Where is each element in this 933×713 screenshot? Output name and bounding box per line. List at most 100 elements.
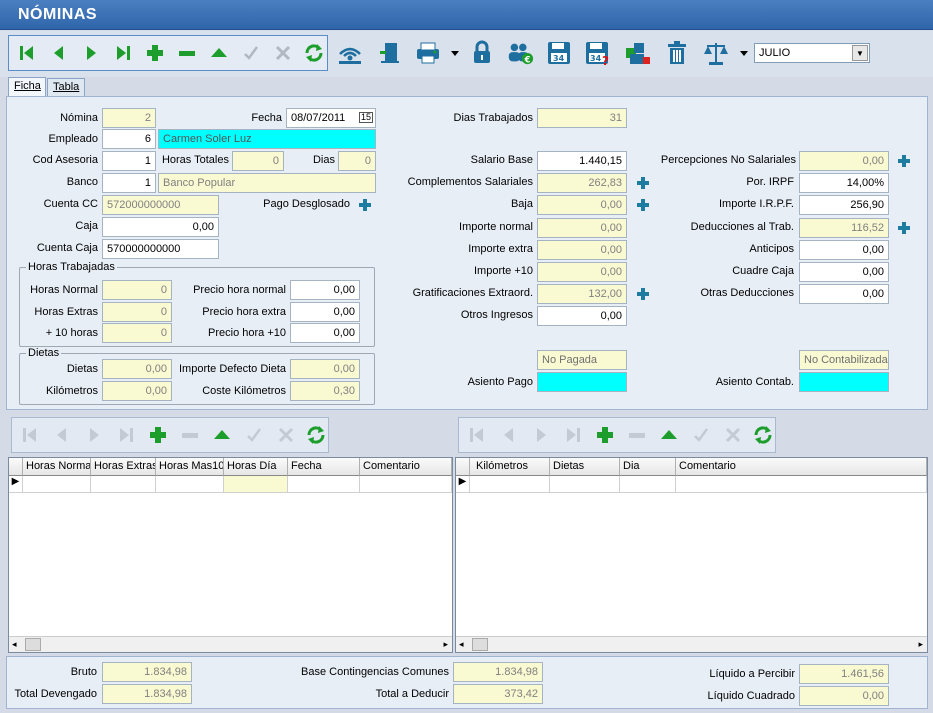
table-row-cell[interactable] — [91, 476, 156, 493]
grid-header-comentario[interactable]: Comentario — [360, 458, 452, 476]
total-deducir-field[interactable]: 373,42 — [453, 684, 543, 704]
exit-button[interactable] — [376, 39, 404, 67]
month-select[interactable]: JULIO ▼ — [754, 43, 870, 63]
precio-normal-field[interactable]: 0,00 — [290, 280, 360, 300]
table-row-cell[interactable] — [550, 476, 620, 493]
salario-base-field[interactable]: 1.440,15 — [537, 151, 627, 171]
lock-button[interactable] — [468, 39, 496, 67]
table-row-cell[interactable] — [288, 476, 360, 493]
precio-extra-field[interactable]: 0,00 — [290, 302, 360, 322]
left-prior-button[interactable] — [48, 421, 76, 449]
deducciones-trab-field[interactable]: 116,52 — [799, 218, 889, 238]
nomina-field[interactable]: 2 — [102, 108, 156, 128]
table-row-cell[interactable] — [360, 476, 452, 493]
right-grid-hscrollbar[interactable]: ◂ ▸ — [456, 636, 927, 652]
print-dropdown-button[interactable] — [447, 39, 463, 67]
anticipos-field[interactable]: 0,00 — [799, 240, 889, 260]
grid-header-dia[interactable]: Dia — [620, 458, 676, 476]
liquido-percibir-field[interactable]: 1.461,56 — [799, 664, 889, 684]
balance-dropdown-button[interactable] — [737, 39, 751, 67]
connect-button[interactable] — [336, 39, 364, 67]
pago-desglosado-plus-icon[interactable] — [359, 199, 371, 211]
bruto-field[interactable]: 1.834,98 — [102, 662, 192, 682]
grid-header-horas-dia[interactable]: Horas Día — [224, 458, 288, 476]
chevron-down-icon[interactable]: ▼ — [852, 45, 868, 61]
cod-asesoria-field[interactable]: 1 — [102, 151, 156, 171]
table-row-cell[interactable] — [620, 476, 676, 493]
dias-trabajados-field[interactable]: 31 — [537, 108, 627, 128]
save-34-button[interactable]: 34 — [545, 39, 573, 67]
users-euro-button[interactable]: € — [506, 39, 534, 67]
gratificaciones-field[interactable]: 132,00 — [537, 284, 627, 304]
right-last-button[interactable] — [559, 421, 587, 449]
banco-code-field[interactable]: 1 — [102, 173, 156, 193]
scroll-thumb[interactable] — [472, 638, 488, 651]
grid-header-horas-extras[interactable]: Horas Extras — [91, 458, 156, 476]
calendar-icon[interactable]: 15 — [358, 112, 373, 123]
por-irpf-field[interactable]: 14,00% — [799, 173, 889, 193]
percepciones-plus-icon[interactable] — [898, 155, 910, 167]
horas-extras-field[interactable]: 0 — [102, 302, 172, 322]
base-contingencias-field[interactable]: 1.834,98 — [453, 662, 543, 682]
last-record-button[interactable] — [109, 39, 137, 67]
right-insert-button[interactable] — [591, 421, 619, 449]
importe-irpf-field[interactable]: 256,90 — [799, 195, 889, 215]
right-post-button[interactable] — [687, 421, 715, 449]
precio-mas10-field[interactable]: 0,00 — [290, 323, 360, 343]
empleado-code-field[interactable]: 6 — [102, 129, 156, 149]
left-grid-hscrollbar[interactable]: ◂ ▸ — [9, 636, 452, 652]
horas-normal-field[interactable]: 0 — [102, 280, 172, 300]
table-row-cell[interactable] — [470, 476, 550, 493]
edit-record-button[interactable] — [205, 39, 233, 67]
importe-defecto-dieta-field[interactable]: 0,00 — [290, 359, 360, 379]
scroll-thumb[interactable] — [25, 638, 41, 651]
balance-button[interactable] — [702, 39, 730, 67]
left-next-button[interactable] — [80, 421, 108, 449]
insert-record-button[interactable] — [141, 39, 169, 67]
asiento-contab-field[interactable] — [799, 372, 889, 392]
coste-kilometros-field[interactable]: 0,30 — [290, 381, 360, 401]
left-post-button[interactable] — [240, 421, 268, 449]
fecha-field[interactable]: 08/07/2011 15 — [286, 108, 376, 128]
percepciones-no-salariales-field[interactable]: 0,00 — [799, 151, 889, 171]
cuadre-caja-field[interactable]: 0,00 — [799, 262, 889, 282]
liquido-cuadrado-field[interactable]: 0,00 — [799, 686, 889, 706]
grid-header-horas-mas10[interactable]: Horas Mas10 — [156, 458, 224, 476]
right-edit-button[interactable] — [655, 421, 683, 449]
cuenta-cc-field[interactable]: 572000000000 — [102, 195, 219, 215]
print-button[interactable] — [414, 39, 442, 67]
empleado-name-field[interactable]: Carmen Soler Luz — [158, 129, 376, 149]
table-row-cell[interactable] — [23, 476, 91, 493]
table-row-cell[interactable] — [224, 476, 288, 493]
scroll-left-icon[interactable]: ◂ — [12, 639, 17, 650]
delete-all-button[interactable] — [663, 39, 691, 67]
refresh-button[interactable] — [300, 39, 328, 67]
deducciones-plus-icon[interactable] — [898, 222, 910, 234]
grid-header-kilometros[interactable]: Kilómetros — [470, 458, 550, 476]
left-insert-button[interactable] — [144, 421, 172, 449]
left-delete-button[interactable] — [176, 421, 204, 449]
scroll-right-icon[interactable]: ▸ — [443, 639, 448, 650]
right-cancel-button[interactable] — [719, 421, 747, 449]
save-34-query-button[interactable]: 34? — [584, 39, 612, 67]
scroll-right-icon[interactable]: ▸ — [918, 639, 923, 650]
tab-ficha[interactable]: Ficha — [8, 77, 46, 96]
left-edit-button[interactable] — [208, 421, 236, 449]
grid-header-horas-normal[interactable]: Horas Normal — [23, 458, 91, 476]
right-refresh-button[interactable] — [749, 421, 777, 449]
right-first-button[interactable] — [463, 421, 491, 449]
left-refresh-button[interactable] — [302, 421, 330, 449]
post-record-button[interactable] — [237, 39, 265, 67]
horas-totales-field[interactable]: 0 — [232, 151, 284, 171]
left-first-button[interactable] — [16, 421, 44, 449]
importe-normal-field[interactable]: 0,00 — [537, 218, 627, 238]
grid-header-fecha[interactable]: Fecha — [288, 458, 360, 476]
dias-field[interactable]: 0 — [338, 151, 376, 171]
otros-ingresos-field[interactable]: 0,00 — [537, 306, 627, 326]
kilometros-field[interactable]: 0,00 — [102, 381, 172, 401]
importe-extra-field[interactable]: 0,00 — [537, 240, 627, 260]
prior-record-button[interactable] — [45, 39, 73, 67]
left-cancel-button[interactable] — [272, 421, 300, 449]
total-devengado-field[interactable]: 1.834,98 — [102, 684, 192, 704]
delete-record-button[interactable] — [173, 39, 201, 67]
